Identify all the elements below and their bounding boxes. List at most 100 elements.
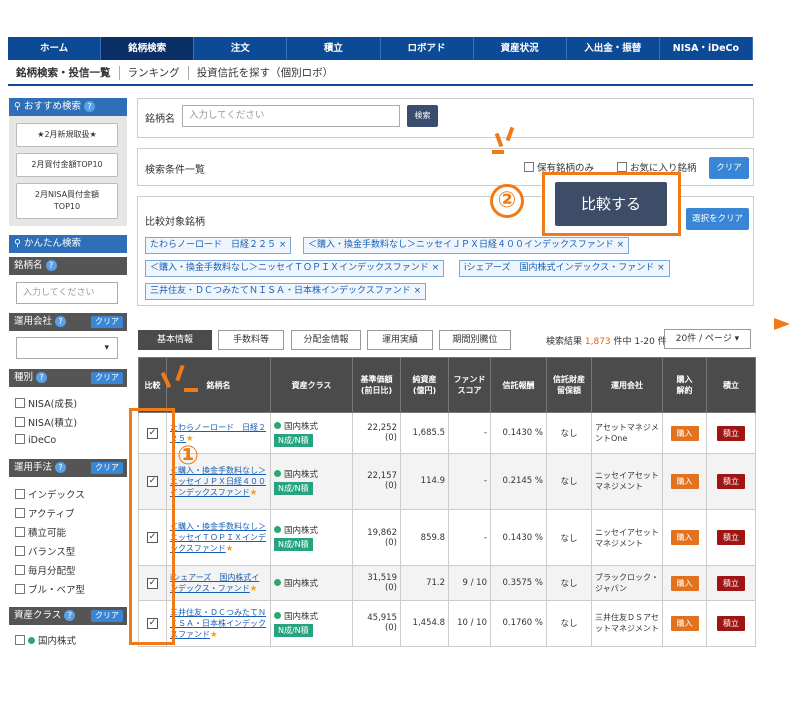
asset-dot-icon <box>274 611 281 619</box>
recommend-top10[interactable]: 2月買付金額TOP10 <box>16 153 118 177</box>
buy-button[interactable]: 購入 <box>670 615 699 631</box>
clear-selection-button[interactable]: 選択をクリア <box>686 208 749 230</box>
fund-table: 比較 銘柄名 資産クラス 基準価額 (前日比) 純資産 (億円) ファンド スコア 信託報酬… <box>138 356 756 648</box>
method-tsumitate[interactable]: 積立可能 <box>15 525 66 539</box>
help-icon[interactable]: ? <box>84 101 96 112</box>
spark-icon <box>492 150 504 154</box>
column-header: 資産クラス <box>270 356 353 414</box>
nav-tsumitate[interactable]: 積立 <box>287 37 381 60</box>
subnav-search[interactable]: 銘柄検索・投信一覧 <box>8 66 120 80</box>
type-clear-button[interactable]: クリア <box>91 372 123 384</box>
compare-button[interactable]: 比較する <box>555 182 667 226</box>
tab-basic[interactable]: 基本情報 <box>138 330 212 350</box>
nav-nisa[interactable]: NISA・iDeCo <box>660 37 753 60</box>
search-button[interactable]: 検索 <box>407 105 438 127</box>
asset-domestic-stock[interactable]: 国内株式 <box>15 633 76 647</box>
star-icon: ★ <box>225 544 234 555</box>
callout-two: ② <box>490 184 524 218</box>
global-nav: ホーム 銘柄検索 注文 積立 ロボアド 資産状況 入出金・振替 NISA・iDe… <box>8 37 753 60</box>
help-icon[interactable]: ? <box>64 610 76 621</box>
compare-tag[interactable]: 三井住友・ＤＣつみたてＮＩＳＡ・日本株インデックスファンド × <box>145 283 427 300</box>
column-header: 購入 解約 <box>662 356 707 414</box>
easy-search-header: ⚲ かんたん検索 <box>9 235 127 253</box>
compare-tag[interactable]: ＜購入・換金手数料なし＞ニッセイＴＯＰＩＸインデックスファンド × <box>145 260 445 277</box>
help-icon[interactable]: ? <box>45 260 57 271</box>
table-header: 比較 銘柄名 資産クラス 基準価額 (前日比) 純資産 (億円) ファンド スコア 信託報酬… <box>138 356 756 414</box>
type-nisa-growth[interactable]: NISA(成長) <box>15 396 77 410</box>
compare-tag[interactable]: ＜購入・換金手数料なし＞ニッセイＪＰＸ日経４００インデックスファンド × <box>303 237 630 254</box>
nisa-badge: N成/N積 <box>274 433 313 447</box>
search-icon: ⚲ <box>14 238 21 249</box>
conditions-label: 検索条件一覧 <box>145 165 205 176</box>
fund-name-link[interactable]: ＜購入・換金手数料なし＞ニッセイＴＯＰＩＸインデックスファンド <box>170 522 266 553</box>
tsumitate-button[interactable]: 積立 <box>717 615 745 631</box>
help-icon[interactable]: ? <box>55 462 67 473</box>
help-icon[interactable]: ? <box>36 372 48 383</box>
company-clear-button[interactable]: クリア <box>91 316 123 328</box>
per-page-select[interactable]: 20件 / ページ ▾ <box>664 329 751 349</box>
star-icon: ★ <box>210 629 218 640</box>
arrow-right-icon <box>774 318 794 330</box>
subnav-robo[interactable]: 投資信託を探す（個別ロボ） <box>189 66 342 80</box>
buy-button[interactable]: 購入 <box>670 473 699 489</box>
tsumitate-button[interactable]: 積立 <box>717 425 745 441</box>
search-input[interactable]: 入力してください <box>182 105 400 127</box>
method-active[interactable]: アクティブ <box>15 506 74 520</box>
help-icon[interactable]: ? <box>55 316 67 327</box>
subnav-ranking[interactable]: ランキング <box>120 66 189 80</box>
column-header: 信託報酬 <box>490 356 547 414</box>
tab-dividend[interactable]: 分配金情報 <box>291 330 361 350</box>
buy-button[interactable]: 購入 <box>670 425 699 441</box>
recommend-new[interactable]: ★2月新規取扱★ <box>16 123 118 147</box>
fund-name-link[interactable]: iシェアーズ 国内株式インデックス・ファンド <box>170 573 259 593</box>
nav-home[interactable]: ホーム <box>8 37 102 60</box>
sidebar-name-input[interactable]: 入力してください <box>16 282 118 304</box>
asset-dot-icon <box>274 579 281 587</box>
table-row: ✓ ＜購入・換金手数料なし＞ニッセイＪＰＸ日経４００インデックスファンド★ 国内株式… <box>138 452 756 511</box>
tsumitate-button[interactable]: 積立 <box>717 575 745 591</box>
table-row: ✓ たわらノーロード 日経２２５★ 国内株式 N成/N積 22,252 (0) 1,685.… <box>138 412 756 454</box>
asset-filter-header: 資産クラス? クリア <box>9 607 127 625</box>
method-bullbear[interactable]: ブル・ベア型 <box>15 582 85 596</box>
company-select[interactable]: ▾ <box>16 337 118 359</box>
result-count: 検索結果 1,873 件中 1-20 件 <box>546 337 667 347</box>
compare-tag[interactable]: iシェアーズ 国内株式インデックス・ファンド × <box>459 260 670 277</box>
tab-performance[interactable]: 運用実績 <box>367 330 433 350</box>
spark-icon <box>184 388 198 392</box>
column-header: 運用会社 <box>591 356 663 414</box>
nav-search[interactable]: 銘柄検索 <box>101 37 195 60</box>
tab-fees[interactable]: 手数料等 <box>218 330 284 350</box>
chevron-down-icon: ▾ <box>104 343 109 353</box>
recommend-nisa-top10[interactable]: 2月NISA買付金額TOP10 <box>16 183 118 219</box>
fund-name-link[interactable]: 三井住友・ＤＣつみたてＮＩＳＡ・日本株インデックスファンド <box>170 608 266 639</box>
star-icon: ★ <box>249 487 258 498</box>
column-header: 信託財産 留保額 <box>546 356 592 414</box>
tsumitate-button[interactable]: 積立 <box>717 473 745 489</box>
compare-highlight: 比較する <box>542 172 681 236</box>
asset-dot-icon <box>274 421 281 429</box>
buy-button[interactable]: 購入 <box>670 575 699 591</box>
nav-deposit[interactable]: 入出金・振替 <box>567 37 660 60</box>
nav-assets[interactable]: 資産状況 <box>474 37 567 60</box>
buy-button[interactable]: 購入 <box>670 530 699 546</box>
method-index[interactable]: インデックス <box>15 487 85 501</box>
nav-roboad[interactable]: ロボアド <box>381 37 474 60</box>
search-label: 銘柄名 <box>145 114 175 125</box>
type-nisa-tsumitate[interactable]: NISA(積立) <box>15 415 77 429</box>
method-monthly[interactable]: 毎月分配型 <box>15 563 76 577</box>
method-clear-button[interactable]: クリア <box>91 462 123 474</box>
column-header: 基準価額 (前日比) <box>352 356 401 414</box>
tsumitate-button[interactable]: 積立 <box>717 530 745 546</box>
company-filter-header: 運用会社? クリア <box>9 313 127 331</box>
tab-period[interactable]: 期間別騰位 <box>439 330 511 350</box>
asset-clear-button[interactable]: クリア <box>91 610 123 622</box>
compare-tag[interactable]: たわらノーロード 日経２２５ × <box>145 237 292 254</box>
sub-nav: 銘柄検索・投信一覧 ランキング 投資信託を探す（個別ロボ） <box>8 62 753 86</box>
method-balance[interactable]: バランス型 <box>15 544 75 558</box>
conditions-clear-button[interactable]: クリア <box>709 157 749 179</box>
nav-order[interactable]: 注文 <box>194 37 288 60</box>
table-row: ✓ 三井住友・ＤＣつみたてＮＩＳＡ・日本株インデックスファンド★ 国内株式 N成/N積… <box>138 599 756 648</box>
table-row: ✓ iシェアーズ 国内株式インデックス・ファンド★ 国内株式 31,519 (0) 71.… <box>138 565 756 601</box>
type-ideco[interactable]: iDeCo <box>15 434 56 446</box>
asset-dot-icon <box>274 469 281 477</box>
